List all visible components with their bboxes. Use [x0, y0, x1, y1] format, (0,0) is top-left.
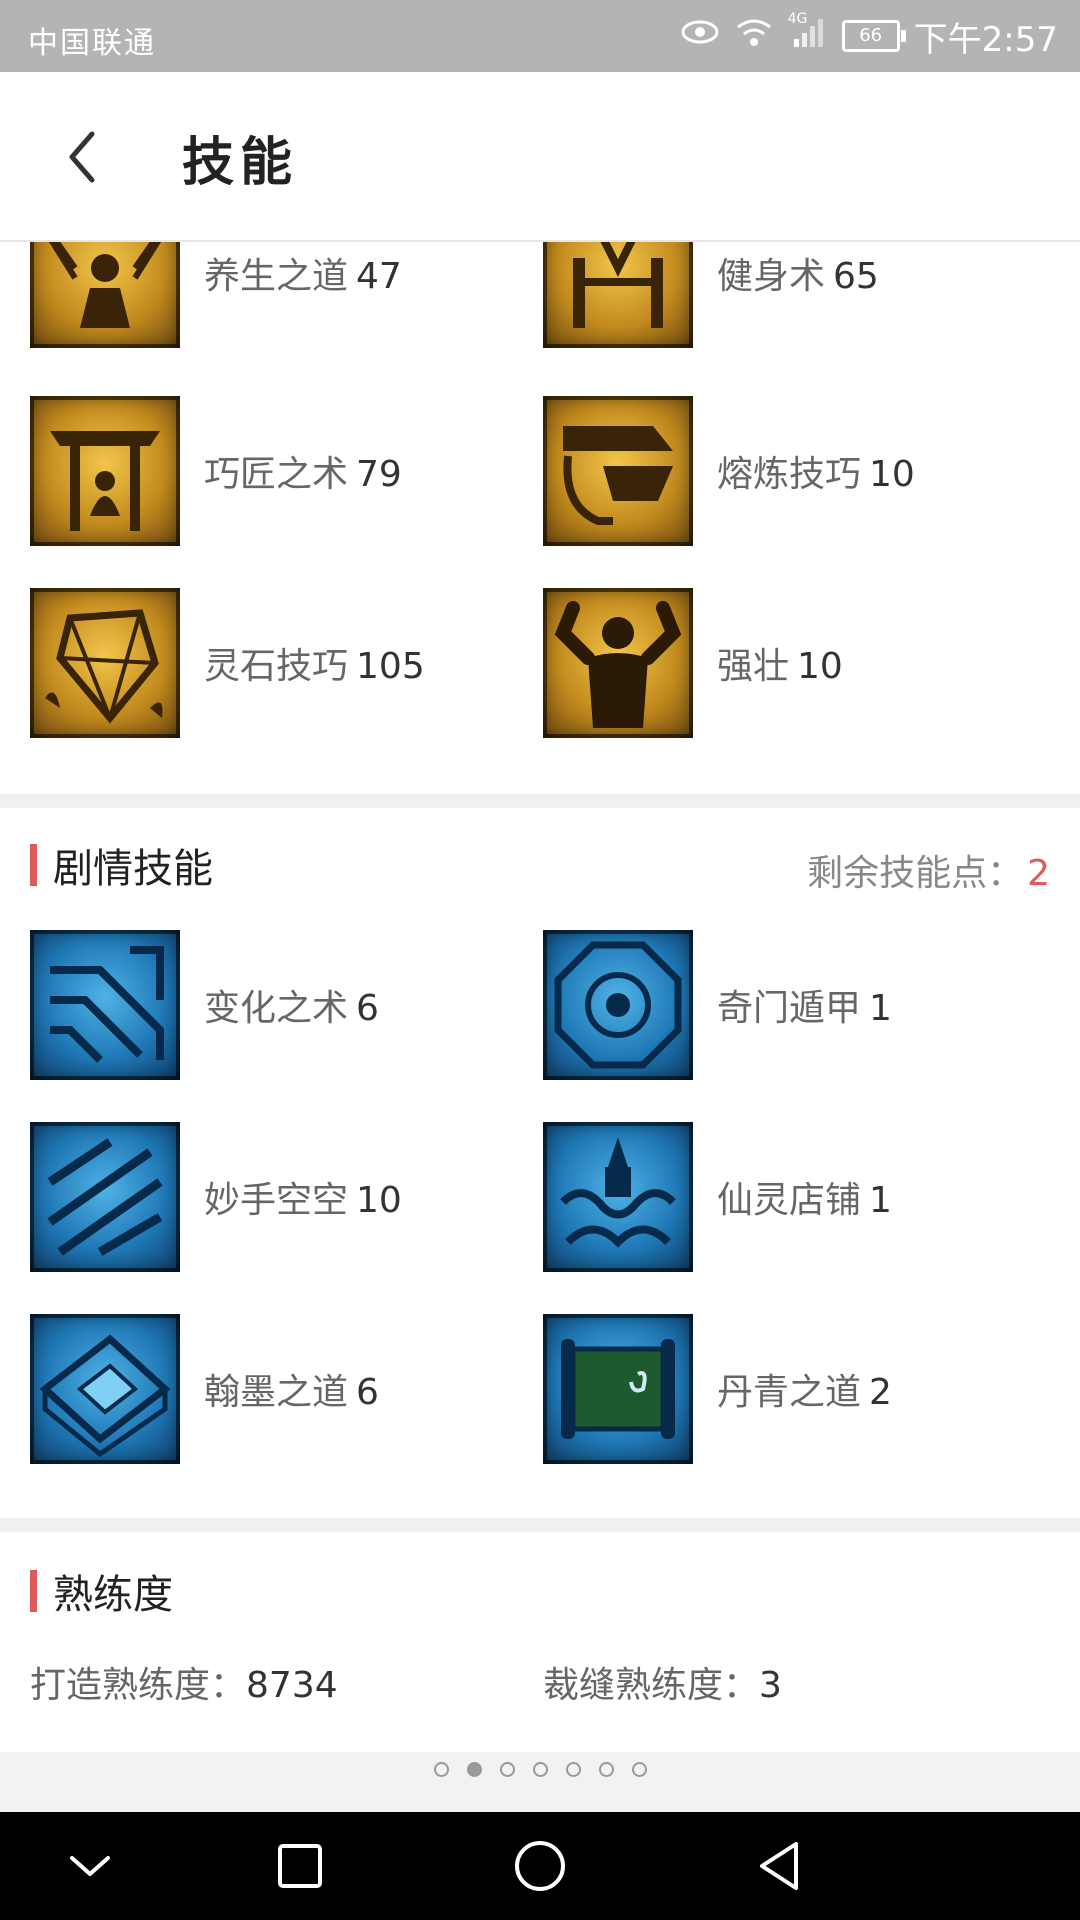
skill-name: 巧匠之术 — [204, 454, 349, 495]
square-icon — [278, 1844, 322, 1888]
tailor-proficiency: 裁缝熟练度：3 — [543, 1656, 782, 1708]
skill-level: 10 — [797, 646, 843, 687]
section-accent-bar — [30, 844, 37, 886]
page-dot[interactable] — [598, 1762, 614, 1777]
back-arrow-icon — [69, 131, 95, 183]
skill-item[interactable]: 养生之道 47 — [30, 242, 402, 348]
section-divider — [0, 794, 1080, 808]
skill-name: 熔炼技巧 — [717, 454, 862, 495]
page-dot[interactable] — [565, 1762, 581, 1777]
skill-level: 65 — [833, 256, 879, 297]
section-title: 熟练度 — [53, 1572, 173, 1618]
page-dot[interactable] — [499, 1762, 515, 1777]
shop-icon — [543, 1122, 693, 1272]
forge-proficiency: 打造熟练度：8734 — [30, 1656, 338, 1708]
circle-icon — [515, 1841, 565, 1891]
skill-level: 1 — [869, 1180, 892, 1221]
skill-level: 10 — [869, 454, 915, 495]
qimen-icon — [543, 930, 693, 1080]
skill-name: 变化之术 — [204, 988, 349, 1029]
nav-collapse-button[interactable] — [58, 1834, 122, 1898]
transform-icon — [30, 930, 180, 1080]
status-bar: 中国联通 4G 66 下午2:57 — [0, 0, 1080, 72]
skill-item[interactable]: 妙手空空 10 — [30, 1122, 402, 1272]
section-divider — [0, 1518, 1080, 1532]
skill-name: 灵石技巧 — [204, 646, 349, 687]
section-accent-bar — [30, 1570, 37, 1612]
skill-name: 健身术 — [717, 256, 826, 297]
skill-item[interactable]: 强壮 10 — [543, 588, 843, 738]
page-title: 技能 — [182, 133, 299, 193]
nav-home-button[interactable] — [508, 1834, 572, 1898]
signal-icon: 4G — [788, 11, 828, 57]
skills-content[interactable]: 养生之道 47 健身术 65 巧匠之术 79 熔炼技巧 10 灵石技巧 105 强壮 10 — [0, 242, 1080, 1754]
skill-item[interactable]: 健身术 65 — [543, 242, 879, 348]
skill-level: 6 — [356, 988, 379, 1029]
calligraphy-icon — [30, 1314, 180, 1464]
skill-item[interactable]: 翰墨之道 6 — [30, 1314, 379, 1464]
tailor-proficiency-label: 裁缝熟练度： — [543, 1665, 760, 1706]
skill-level: 10 — [356, 1180, 402, 1221]
page-dot[interactable] — [433, 1762, 449, 1777]
skill-name: 妙手空空 — [204, 1180, 349, 1221]
skill-name: 强壮 — [717, 646, 790, 687]
smelting-icon — [543, 396, 693, 546]
skill-level: 2 — [869, 1372, 892, 1413]
skill-name: 仙灵店铺 — [717, 1180, 862, 1221]
thief-icon — [30, 1122, 180, 1272]
nav-back-button[interactable] — [748, 1834, 812, 1898]
fitness-icon — [543, 242, 693, 348]
skill-level: 105 — [356, 646, 425, 687]
proficiency-header: 熟练度 — [30, 1568, 173, 1618]
skill-level: 79 — [356, 454, 402, 495]
chevron-down-icon — [70, 1856, 110, 1876]
battery-icon: 66 — [841, 20, 906, 52]
skill-name: 翰墨之道 — [204, 1372, 349, 1413]
meditation-icon — [30, 242, 180, 348]
skill-level: 6 — [356, 1372, 379, 1413]
strength-icon — [543, 588, 693, 738]
remaining-points-label: 剩余技能点： — [807, 853, 1024, 894]
skill-item[interactable]: 巧匠之术 79 — [30, 396, 402, 546]
skill-level: 1 — [869, 988, 892, 1029]
network-type-label: 4G — [787, 11, 808, 27]
spirit-stone-icon — [30, 588, 180, 738]
forge-proficiency-value: 8734 — [246, 1665, 338, 1706]
system-nav-bar — [0, 1812, 1080, 1920]
nav-recents-button[interactable] — [268, 1834, 332, 1898]
page-dot[interactable] — [532, 1762, 548, 1777]
section-title: 剧情技能 — [53, 846, 213, 892]
skill-name: 奇门遁甲 — [717, 988, 862, 1029]
tailor-proficiency-value: 3 — [759, 1665, 782, 1706]
page-dot[interactable] — [466, 1762, 482, 1777]
page-indicator[interactable] — [0, 1762, 1080, 1784]
clock: 下午2:57 — [913, 19, 1058, 60]
page-dot[interactable] — [631, 1762, 647, 1777]
back-button[interactable] — [56, 122, 116, 192]
forge-proficiency-label: 打造熟练度： — [30, 1665, 247, 1706]
skill-item[interactable]: 奇门遁甲 1 — [543, 930, 892, 1080]
skill-item[interactable]: 灵石技巧 105 — [30, 588, 425, 738]
craftsman-icon — [30, 396, 180, 546]
eye-icon — [680, 17, 720, 55]
story-skills-header: 剧情技能 — [30, 842, 213, 892]
carrier-label: 中国联通 — [28, 26, 156, 61]
painting-icon — [543, 1314, 693, 1464]
wifi-icon — [734, 15, 774, 57]
remaining-points: 剩余技能点： 2 — [807, 844, 1050, 896]
status-icons: 4G 66 下午2:57 — [680, 11, 1058, 60]
remaining-points-value: 2 — [1027, 853, 1050, 894]
skill-item[interactable]: 丹青之道 2 — [543, 1314, 892, 1464]
triangle-back-icon — [760, 1842, 798, 1890]
skill-item[interactable]: 变化之术 6 — [30, 930, 379, 1080]
skill-name: 丹青之道 — [717, 1372, 862, 1413]
skill-item[interactable]: 熔炼技巧 10 — [543, 396, 915, 546]
skill-level: 47 — [356, 256, 402, 297]
skill-item[interactable]: 仙灵店铺 1 — [543, 1122, 892, 1272]
skill-name: 养生之道 — [204, 256, 349, 297]
app-bar: 技能 — [0, 72, 1080, 242]
